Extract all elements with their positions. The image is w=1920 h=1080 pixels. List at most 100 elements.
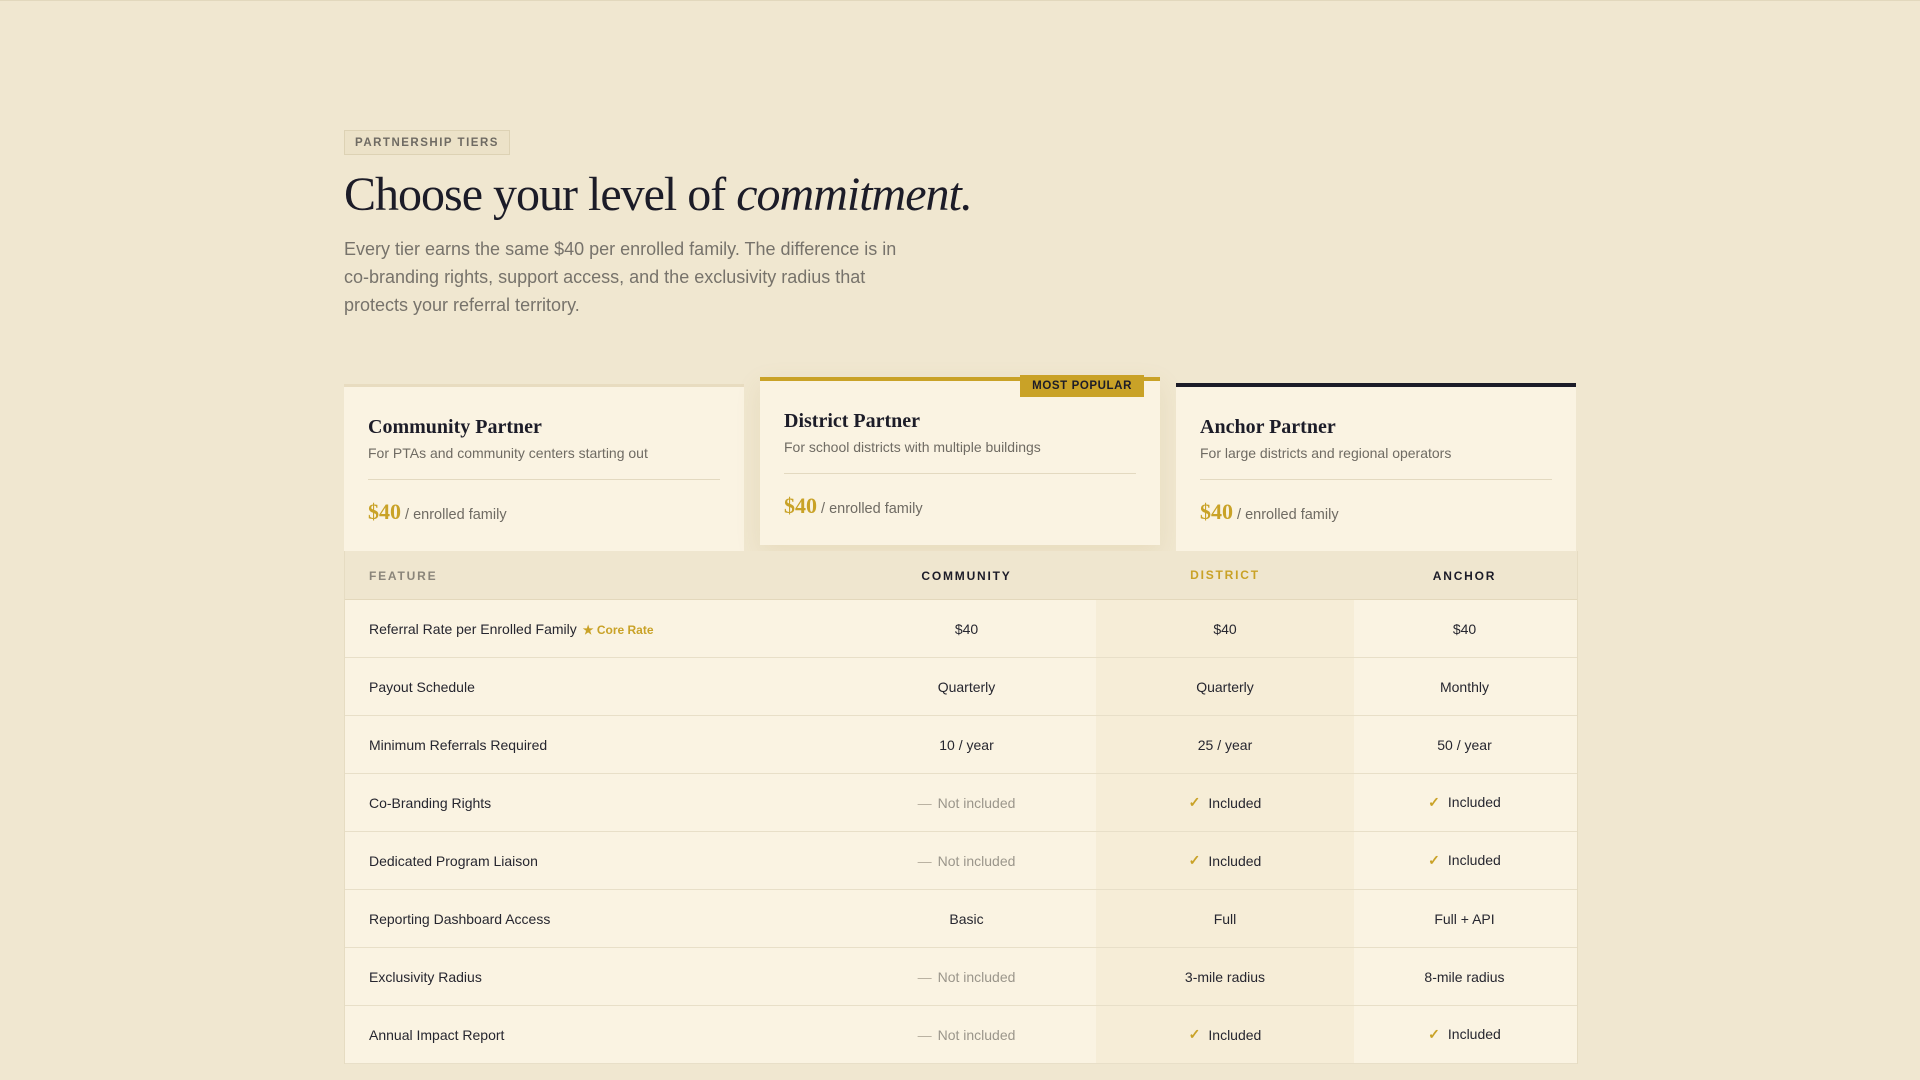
feature-label: Payout Schedule xyxy=(369,678,475,695)
anchor-cell: 50 / year xyxy=(1354,737,1575,753)
cell-value: Quarterly xyxy=(937,678,996,695)
cell-value: 10 / year xyxy=(939,736,994,753)
title-lead: Choose your level of xyxy=(344,168,737,221)
tier-description: For school districts with multiple build… xyxy=(784,439,1041,455)
feature-name-cell: Minimum Referrals Required xyxy=(345,737,837,753)
district-cell: Quarterly xyxy=(1096,658,1354,715)
table-row: Referral Rate per Enrolled Family ★ Core … xyxy=(345,600,1577,658)
community-cell: — Not included xyxy=(837,1027,1096,1043)
cell-value: 25 / year xyxy=(1197,736,1253,753)
anchor-cell: Monthly xyxy=(1354,679,1575,695)
check-icon: ✓ xyxy=(1188,794,1201,810)
cell-value: Quarterly xyxy=(1196,678,1254,695)
feature-label: Referral Rate per Enrolled Family xyxy=(369,620,577,637)
district-cell: $40 xyxy=(1096,600,1354,657)
community-cell: — Not included xyxy=(837,853,1096,869)
cell-value: Not included xyxy=(937,968,1016,985)
column-header-anchor: ANCHOR xyxy=(1432,569,1497,583)
feature-name-cell: Co-Branding Rights xyxy=(345,795,837,811)
cell-value: Monthly xyxy=(1439,678,1490,695)
check-icon: ✓ xyxy=(1428,852,1440,868)
price-unit: / enrolled family xyxy=(405,507,507,523)
cell-value: Included xyxy=(1208,794,1262,811)
anchor-cell: Full + API xyxy=(1354,911,1575,927)
district-cell: Full xyxy=(1096,890,1354,947)
column-header-feature: FEATURE xyxy=(369,569,438,583)
cell-value: $40 xyxy=(1452,620,1477,637)
table-row: Co-Branding Rights — Not included ✓ Included… xyxy=(345,774,1577,832)
feature-comparison-table: FEATURE COMMUNITY DISTRICT ANCHOR Referr… xyxy=(344,551,1578,1064)
tier-name: Anchor Partner xyxy=(1200,416,1336,438)
price-unit: / enrolled family xyxy=(1237,507,1339,523)
dash-icon: — xyxy=(917,968,932,985)
anchor-cell: ✓ Included xyxy=(1354,852,1575,869)
cell-value: Included xyxy=(1447,794,1501,810)
cell-value: Full xyxy=(1213,910,1237,927)
tier-description: For PTAs and community centers starting … xyxy=(368,445,648,461)
price-amount: $40 xyxy=(784,493,817,518)
district-cell: ✓ Included xyxy=(1096,832,1354,889)
cell-value: Included xyxy=(1447,1026,1501,1042)
anchor-cell: ✓ Included xyxy=(1354,794,1575,811)
table-body: Referral Rate per Enrolled Family ★ Core … xyxy=(345,600,1577,1064)
tier-name: District Partner xyxy=(784,410,921,432)
dash-icon: — xyxy=(917,1026,932,1043)
district-cell: ✓ Included xyxy=(1096,1006,1354,1063)
divider xyxy=(784,473,1136,474)
section-eyebrow: PARTNERSHIP TIERS xyxy=(344,130,510,155)
cell-value: Not included xyxy=(937,852,1016,869)
table-row: Dedicated Program Liaison — Not included ✓ I… xyxy=(345,832,1577,890)
community-cell: — Not included xyxy=(837,969,1096,985)
community-cell: Basic xyxy=(837,911,1096,927)
check-icon: ✓ xyxy=(1188,1026,1201,1042)
core-rate-tag: ★ Core Rate xyxy=(582,622,654,637)
cell-value: Not included xyxy=(937,794,1016,811)
feature-name-cell: Payout Schedule xyxy=(345,679,837,695)
feature-label: Minimum Referrals Required xyxy=(369,736,548,753)
cell-value: $40 xyxy=(1213,620,1237,637)
check-icon: ✓ xyxy=(1188,852,1201,868)
cell-value: Included xyxy=(1447,852,1501,868)
feature-label: Dedicated Program Liaison xyxy=(369,852,538,869)
table-row: Payout Schedule Quarterly Quarterly Monthly xyxy=(345,658,1577,716)
table-header-row: FEATURE COMMUNITY DISTRICT ANCHOR xyxy=(345,551,1577,600)
tier-price: $40 / enrolled family xyxy=(1200,499,1552,525)
feature-label: Exclusivity Radius xyxy=(369,968,482,985)
table-row: Annual Impact Report — Not included ✓ Includ… xyxy=(345,1006,1577,1064)
tier-card-anchor[interactable]: Anchor Partner For large districts and r… xyxy=(1176,383,1576,551)
tier-card-district[interactable]: MOST POPULAR District Partner For school… xyxy=(760,375,1160,545)
feature-name-cell: Annual Impact Report xyxy=(345,1027,837,1043)
tier-description: For large districts and regional operato… xyxy=(1200,445,1452,461)
title-emphasis: commitment. xyxy=(736,168,973,221)
anchor-cell: $40 xyxy=(1354,621,1575,637)
check-icon: ✓ xyxy=(1428,794,1440,810)
tier-price: $40 / enrolled family xyxy=(784,493,1136,519)
tier-price: $40 / enrolled family xyxy=(368,499,720,525)
price-amount: $40 xyxy=(368,499,401,524)
community-cell: — Not included xyxy=(837,795,1096,811)
price-amount: $40 xyxy=(1200,499,1233,524)
page-title: Choose your level of commitment. xyxy=(344,162,973,228)
cell-value: Basic xyxy=(949,910,984,927)
feature-name-cell: Exclusivity Radius xyxy=(345,969,837,985)
community-cell: 10 / year xyxy=(837,737,1096,753)
dash-icon: — xyxy=(917,794,932,811)
feature-name-cell: Referral Rate per Enrolled Family ★ Core … xyxy=(345,621,837,637)
feature-label: Co-Branding Rights xyxy=(369,794,492,811)
cell-value: $40 xyxy=(954,620,979,637)
tier-name: Community Partner xyxy=(368,416,542,438)
cell-value: Included xyxy=(1208,852,1262,869)
cell-value: Included xyxy=(1208,1026,1262,1043)
anchor-cell: 8-mile radius xyxy=(1354,969,1575,985)
divider xyxy=(368,479,720,480)
feature-name-cell: Dedicated Program Liaison xyxy=(345,853,837,869)
cell-value: 50 / year xyxy=(1437,736,1492,753)
cell-value: Full + API xyxy=(1434,910,1495,927)
community-cell: Quarterly xyxy=(837,679,1096,695)
cell-value: 8-mile radius xyxy=(1424,968,1505,985)
tier-card-community[interactable]: Community Partner For PTAs and community… xyxy=(344,384,744,551)
table-row: Minimum Referrals Required 10 / year 25 / … xyxy=(345,716,1577,774)
anchor-cell: ✓ Included xyxy=(1354,1026,1575,1043)
most-popular-badge: MOST POPULAR xyxy=(1020,375,1144,397)
dash-icon: — xyxy=(917,852,932,869)
